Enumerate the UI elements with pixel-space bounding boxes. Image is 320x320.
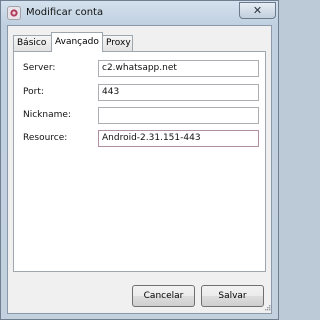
title-bar[interactable]: Modificar conta ✕ <box>1 1 278 25</box>
nickname-field[interactable] <box>98 107 259 124</box>
port-field[interactable]: 443 <box>98 84 259 101</box>
server-label: Server: <box>23 63 56 73</box>
resource-label: Resource: <box>23 133 68 143</box>
tab-label: Básico <box>17 38 47 48</box>
tab-proxy[interactable]: Proxy <box>102 35 133 51</box>
close-button[interactable]: ✕ <box>239 2 276 19</box>
tab-label: Avançado <box>55 37 99 47</box>
tab-avancado[interactable]: Avançado <box>51 32 103 52</box>
save-button[interactable]: Salvar <box>201 285 264 307</box>
dialog-window: Modificar conta ✕ Básico Avançado Proxy … <box>0 0 279 320</box>
nickname-label: Nickname: <box>23 110 71 120</box>
dialog-body: Básico Avançado Proxy Server: c2.whatsap… <box>7 25 272 314</box>
tab-basico[interactable]: Básico <box>13 35 52 51</box>
window-title: Modificar conta <box>26 7 104 18</box>
advanced-panel: Server: c2.whatsapp.net Port: 443 Nickna… <box>13 51 266 272</box>
server-field[interactable]: c2.whatsapp.net <box>98 60 259 77</box>
cancel-button[interactable]: Cancelar <box>132 285 195 307</box>
resize-grip-icon[interactable] <box>265 305 271 311</box>
pidgin-app-icon <box>7 6 21 20</box>
close-icon: ✕ <box>252 4 263 17</box>
resource-field[interactable]: Android-2.31.151-443 <box>98 130 259 147</box>
tab-label: Proxy <box>106 38 131 48</box>
port-label: Port: <box>23 87 44 97</box>
